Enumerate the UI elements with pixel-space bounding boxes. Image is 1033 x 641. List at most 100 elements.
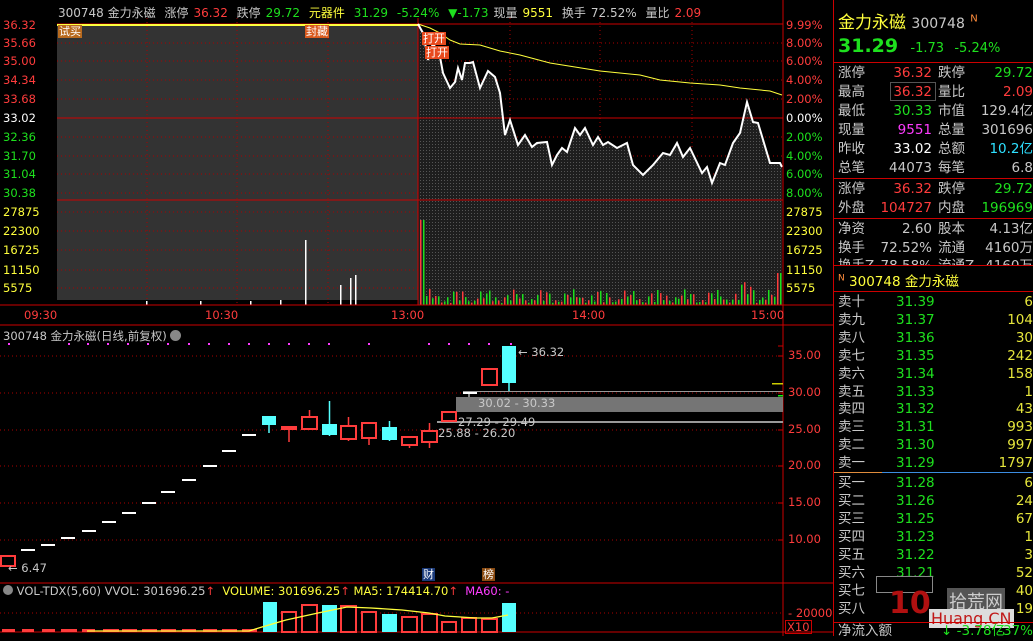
volume-value: VOLUME: 301696.25 <box>222 584 341 598</box>
daily-axis-tick: 30.00 <box>788 385 821 399</box>
ask-price: 31.29 <box>896 455 935 472</box>
candle-up <box>301 416 318 430</box>
vol-multiplier: X10 <box>785 620 812 634</box>
candle-down <box>382 427 397 440</box>
ask-qty: 6 <box>1024 294 1033 310</box>
vol-tick-left: 22300 <box>3 224 40 238</box>
signal-dot <box>510 343 512 345</box>
ask-row[interactable]: 卖四 31.32 43 <box>834 400 1033 418</box>
ask-row[interactable]: 卖一 31.29 1797 <box>834 454 1033 472</box>
volume-bar <box>504 297 506 305</box>
candle-down <box>322 424 337 435</box>
ask-qty: 1 <box>1024 383 1033 400</box>
stat-label: 股本 <box>938 221 965 237</box>
ask-qty: 30 <box>1015 329 1033 346</box>
volume-bar <box>606 293 608 305</box>
ask-label: 卖一 <box>838 455 865 472</box>
open-marker-1[interactable]: 打开 <box>422 32 446 45</box>
book-title-text: 300748 金力永磁 <box>849 274 959 290</box>
ask-row[interactable]: 卖九 31.37 104 <box>834 311 1033 329</box>
book-title: N 300748 金力永磁 <box>838 273 959 291</box>
price-tick: 33.02 <box>3 111 36 125</box>
bid-row[interactable]: 买三 31.25 67 <box>834 510 1033 528</box>
daily-axis-ticks <box>778 345 783 541</box>
ask-row[interactable]: 卖七 31.35 242 <box>834 347 1033 365</box>
volume-bar <box>340 605 357 633</box>
bid-row[interactable]: 买六 31.21 52 <box>834 564 1033 582</box>
finance-marker[interactable]: 财 <box>422 568 435 581</box>
volume-bar <box>540 290 542 305</box>
volume-bar <box>474 300 476 305</box>
volume-bar <box>510 300 512 305</box>
bid-label: 买四 <box>838 529 865 545</box>
volume-bar <box>420 220 422 305</box>
try-buy-marker[interactable]: 试买 <box>58 25 82 38</box>
price-tick: 31.70 <box>3 149 36 163</box>
volume-bar <box>489 290 491 305</box>
ask-label: 卖六 <box>838 365 865 382</box>
volume-bar <box>483 298 485 305</box>
daily-axis-tick: 20.00 <box>788 458 821 472</box>
volume-bar <box>447 297 449 305</box>
candle-one-price <box>463 392 477 394</box>
ask-price: 31.39 <box>896 294 935 310</box>
daily-candles <box>0 346 516 567</box>
open-marker-2[interactable]: 打开 <box>425 46 449 59</box>
ask-row[interactable]: 卖十 31.39 6 <box>834 293 1033 311</box>
signal-dot <box>428 343 430 345</box>
volume-bar <box>263 602 277 632</box>
ask-row[interactable]: 卖二 31.30 997 <box>834 436 1033 454</box>
volume-bar <box>513 289 515 305</box>
stat-label: 净资 <box>838 221 865 237</box>
bid-row[interactable]: 买五 31.22 3 <box>834 546 1033 564</box>
bid-price: 31.26 <box>896 493 935 509</box>
high-label: ← 36.32 <box>518 345 565 359</box>
ask-qty: 242 <box>1007 347 1033 364</box>
pct-tick: 2.00% <box>786 92 823 106</box>
ask-qty: 43 <box>1015 401 1033 418</box>
settings-icon[interactable] <box>170 330 182 341</box>
bid-row[interactable]: 买一 31.28 6 <box>834 474 1033 492</box>
book-divider-bid <box>882 472 1033 473</box>
ask-price: 31.36 <box>896 329 935 346</box>
volume-bar <box>462 291 464 305</box>
book-divider-ask <box>834 472 882 473</box>
stat-row: 换手 72.52% 流通 4160万 <box>834 239 1033 258</box>
ask-row[interactable]: 卖五 31.33 1 <box>834 383 1033 401</box>
volume-bar <box>678 298 680 305</box>
volume-bar <box>281 611 297 633</box>
vol-indicator-name[interactable]: VOL-TDX(5,60) <box>17 584 101 598</box>
volume-bar <box>675 297 677 305</box>
volume-bar <box>690 293 692 305</box>
bid-price: 31.23 <box>896 529 935 545</box>
bid-price: 31.28 <box>896 475 935 491</box>
candle-one-price <box>142 502 156 504</box>
ask-row[interactable]: 卖三 31.31 993 <box>834 418 1033 436</box>
netflow-row: 净流入额 ↓ -3.78亿 -37% <box>838 623 1033 639</box>
daily-axis-tick: 10.00 <box>788 532 821 546</box>
volume-bar <box>537 295 539 305</box>
ask-row[interactable]: 卖六 31.34 158 <box>834 365 1033 383</box>
ask-row[interactable]: 卖八 31.36 30 <box>834 329 1033 347</box>
list-marker[interactable]: 榜 <box>482 568 495 581</box>
volume-bar <box>305 240 307 305</box>
signal-dot <box>488 343 490 345</box>
volume-bar <box>666 295 668 305</box>
bid-row[interactable]: 买四 31.23 1 <box>834 528 1033 546</box>
volume-bar <box>576 297 578 305</box>
volume-bar <box>735 293 737 305</box>
volume-bar <box>456 291 458 305</box>
bid-row[interactable]: 买二 31.26 24 <box>834 492 1033 510</box>
candle-one-price <box>41 544 55 546</box>
volume-bar <box>350 278 352 305</box>
time-tick: 13:00 <box>391 308 425 322</box>
indicator-icon[interactable] <box>3 585 13 595</box>
seal-marker[interactable]: 封藏 <box>305 25 329 38</box>
volume-bar <box>618 299 620 305</box>
stat-value: 4160万 <box>985 240 1033 256</box>
volume-bar <box>502 603 516 632</box>
volume-bar <box>594 301 596 305</box>
volume-bar <box>549 293 551 305</box>
signal-dot <box>468 343 470 345</box>
signal-dot <box>308 343 310 345</box>
